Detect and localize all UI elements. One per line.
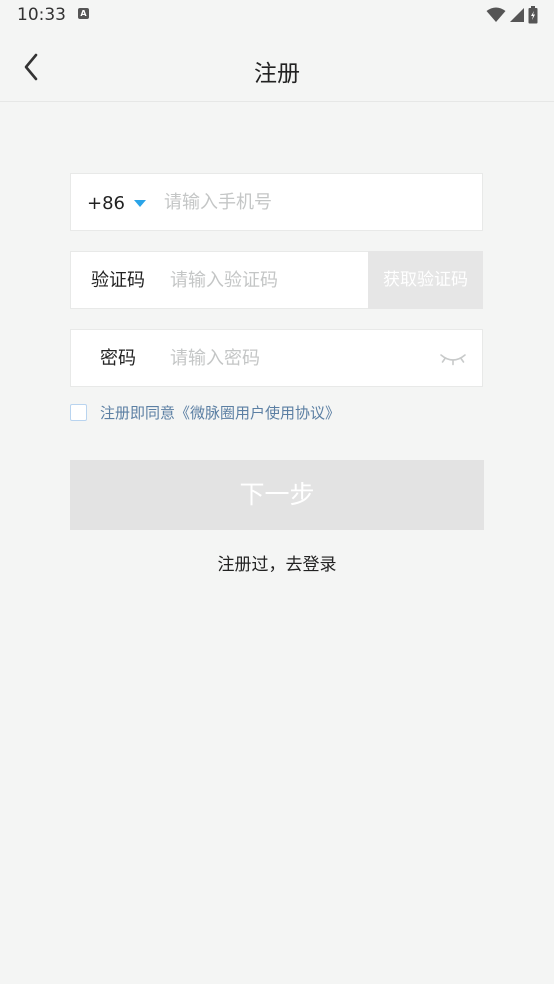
- go-to-login-link[interactable]: 注册过，去登录: [0, 550, 554, 575]
- user-agreement-link[interactable]: 《微脉圈用户使用协议》: [175, 402, 340, 423]
- verification-code-field: 验证码 获取验证码: [70, 251, 483, 309]
- eye-closed-icon: [440, 354, 466, 366]
- agreement-prefix: 注册即同意: [100, 403, 176, 422]
- country-code-selector[interactable]: +86: [87, 174, 146, 232]
- phone-input[interactable]: [164, 174, 464, 230]
- status-time: 10:33: [17, 5, 66, 25]
- wifi-icon: [486, 7, 506, 22]
- agreement-checkbox[interactable]: [70, 403, 87, 421]
- signal-icon: [510, 8, 524, 22]
- password-visibility-toggle[interactable]: [438, 349, 468, 369]
- password-label: 密码: [100, 348, 136, 369]
- battery-icon: [528, 6, 538, 24]
- status-bar: 10:33 A: [0, 0, 554, 30]
- get-code-button[interactable]: 获取验证码: [368, 251, 483, 309]
- nav-bar: 注册: [0, 30, 554, 102]
- phone-field: +86: [70, 173, 483, 231]
- status-icons: [486, 5, 538, 25]
- agreement-text: 注册即同意 《微脉圈用户使用协议》: [100, 402, 340, 423]
- caret-down-icon: [134, 199, 146, 207]
- page-title: 注册: [254, 61, 300, 87]
- verification-code-input[interactable]: [170, 252, 365, 308]
- verification-code-label: 验证码: [91, 270, 145, 291]
- password-input[interactable]: [170, 330, 430, 386]
- accessibility-a-icon: A: [78, 8, 89, 19]
- agreement-row: 注册即同意 《微脉圈用户使用协议》: [70, 401, 340, 423]
- country-code-label: +86: [87, 192, 125, 214]
- next-step-button[interactable]: 下一步: [70, 460, 484, 530]
- password-field: 密码: [70, 329, 483, 387]
